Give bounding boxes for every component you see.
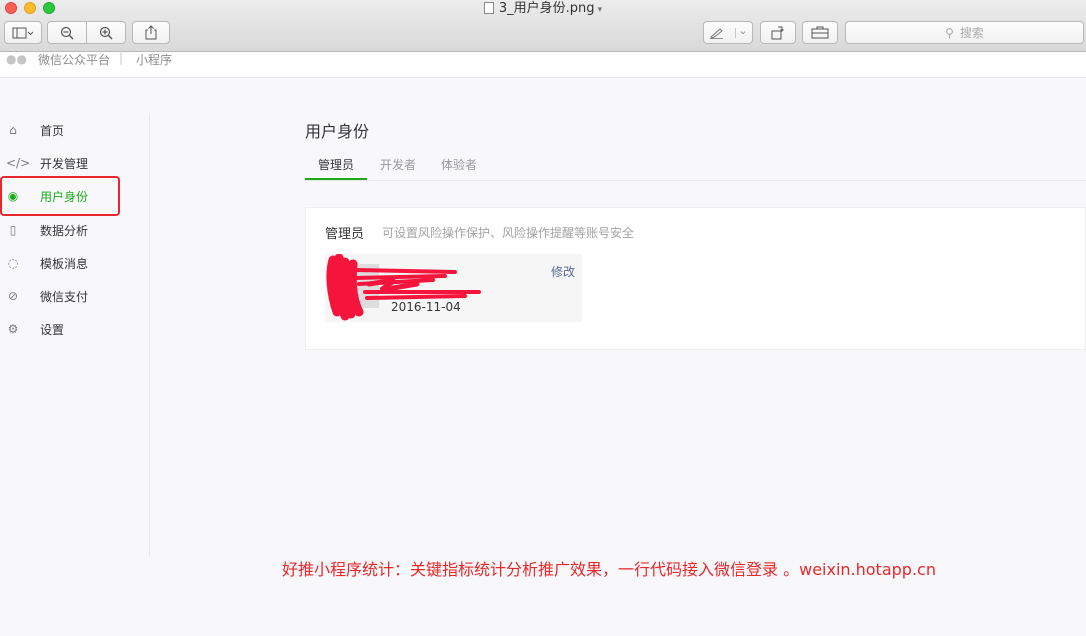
home-icon: ⌂ [9,123,17,137]
zoom-in-icon [99,26,113,39]
toolbox-icon [811,26,829,39]
gear-icon: ⚙ [7,322,19,336]
sidebar-item-template-message[interactable]: ◌ 模板消息 [0,251,140,275]
markup-button[interactable] [703,21,753,44]
page-title: 用户身份 [305,122,370,141]
search-placeholder: 搜索 [959,26,984,40]
search-field[interactable]: ⚲ 搜索 [845,21,1084,44]
top-navigation: ●● 微信公众平台 | 小程序 [0,51,1086,78]
tab-bar: 管理员 开发者 体验者 [305,152,1086,181]
annotation-highlight-box [0,176,120,216]
sidebar-item-label: 数据分析 [40,223,89,238]
window-titlebar: 3_用户身份.png ▾ ⚲ 搜索 [0,0,1086,52]
zoom-out-button[interactable] [47,21,87,44]
payment-icon: ⊘ [7,289,19,303]
wechat-logo-icon: ●● [6,52,27,66]
card-description: 可设置风险操作保护、风险操作提醒等账号安全 [382,226,635,240]
pen-icon [710,27,723,39]
chart-doc-icon: ▯ [9,223,17,237]
sidebar-item-label: 微信支付 [40,289,89,304]
document-title[interactable]: 3_用户身份.png ▾ [0,0,1086,18]
card-label: 管理员 [325,227,365,242]
sidebar-toggle-button[interactable] [4,21,42,44]
toolbox-button[interactable] [802,21,838,44]
brand-separator: | [119,51,124,65]
sidebar-icon [12,27,34,38]
image-file-icon [483,2,494,14]
document-title-text: 3_用户身份.png [498,1,595,16]
rotate-icon [771,26,784,39]
zoom-in-button[interactable] [86,21,126,44]
sidebar-item-label: 首页 [40,123,65,138]
section-name: 小程序 [136,53,173,67]
share-button[interactable] [132,21,170,44]
search-icon: ⚲ [945,25,954,40]
zoom-out-icon [60,26,74,39]
sidebar-item-settings[interactable]: ⚙ 设置 [0,317,140,341]
brand-name[interactable]: 微信公众平台 [38,51,110,68]
tab-admin[interactable]: 管理员 [305,152,367,180]
sidebar-item-label: 设置 [40,322,65,337]
rotate-button[interactable] [760,21,796,44]
sidebar-item-wechat-pay[interactable]: ⊘ 微信支付 [0,284,140,308]
share-icon [145,25,157,40]
sidebar-item-dev-management[interactable]: </> 开发管理 [0,151,140,175]
promo-banner: 好推小程序统计：关键指标统计分析推广效果，一行代码接入微信登录 。weixin.… [282,560,936,579]
sidebar-item-data-analysis[interactable]: ▯ 数据分析 [0,218,140,242]
sidebar-item-home[interactable]: ⌂ 首页 [0,118,140,142]
tab-developer[interactable]: 开发者 [372,152,424,180]
redaction-scribble [326,254,481,321]
sidebar-item-label: 模板消息 [40,256,89,271]
message-icon: ◌ [7,256,19,270]
admin-member-item: 2016-11-04 修改 [325,254,582,322]
tab-tester[interactable]: 体验者 [433,152,485,180]
admin-card: 管理员 可设置风险操作保护、风险操作提醒等账号安全 2016-11-04 修改 [305,207,1086,350]
sidebar-item-label: 开发管理 [40,156,89,171]
code-icon: </> [6,156,31,170]
edit-link[interactable]: 修改 [551,263,575,280]
chevron-down-icon [735,27,746,38]
chevron-down-icon: ▾ [597,5,603,15]
